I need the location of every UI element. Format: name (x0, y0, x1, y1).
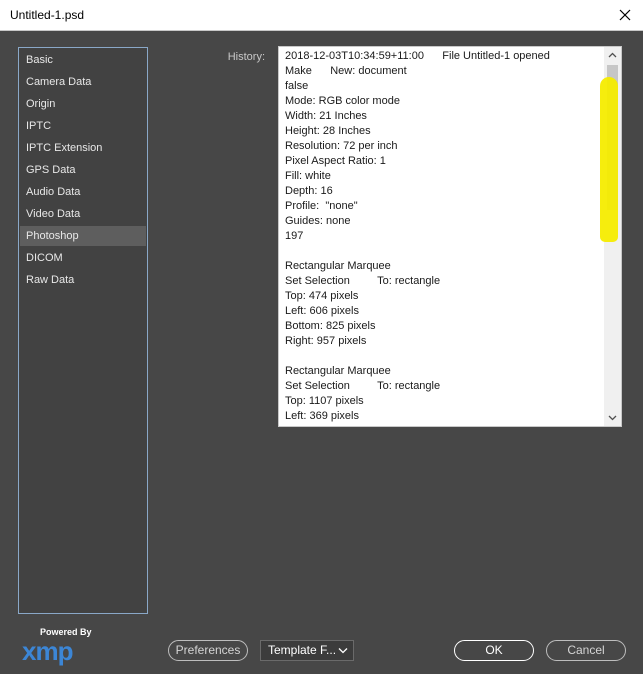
window-titlebar: Untitled-1.psd (0, 0, 643, 31)
sidebar-item-photoshop[interactable]: Photoshop (20, 226, 146, 246)
highlighter-mark (600, 77, 618, 242)
ok-button[interactable]: OK (454, 640, 534, 661)
sidebar-item-video-data[interactable]: Video Data (20, 204, 146, 224)
scroll-up-icon[interactable] (604, 47, 621, 64)
close-icon[interactable] (615, 5, 635, 25)
scroll-down-icon[interactable] (604, 409, 621, 426)
history-label: History: (227, 51, 265, 63)
sidebar-item-iptc[interactable]: IPTC (20, 116, 146, 136)
xmp-logo-text: xmp (22, 636, 73, 666)
sidebar-item-camera-data[interactable]: Camera Data (20, 72, 146, 92)
category-list: Basic Camera Data Origin IPTC IPTC Exten… (18, 47, 148, 614)
history-textarea[interactable]: 2018-12-03T10:34:59+11:00 File Untitled-… (278, 46, 622, 427)
sidebar-item-gps-data[interactable]: GPS Data (20, 160, 146, 180)
sidebar-item-iptc-extension[interactable]: IPTC Extension (20, 138, 146, 158)
xmp-logo: Powered By xmp (20, 627, 92, 666)
sidebar-item-basic[interactable]: Basic (20, 50, 146, 70)
history-text: 2018-12-03T10:34:59+11:00 File Untitled-… (285, 50, 550, 422)
sidebar-item-origin[interactable]: Origin (20, 94, 146, 114)
sidebar-item-raw-data[interactable]: Raw Data (20, 270, 146, 290)
sidebar-item-dicom[interactable]: DICOM (20, 248, 146, 268)
template-dropdown-label: Template F... (268, 643, 337, 657)
preferences-button[interactable]: Preferences (168, 640, 248, 661)
chevron-down-icon (338, 648, 348, 654)
window-title: Untitled-1.psd (10, 8, 85, 22)
dialog-body: Basic Camera Data Origin IPTC IPTC Exten… (1, 31, 642, 673)
cancel-button[interactable]: Cancel (546, 640, 626, 661)
template-folder-dropdown[interactable]: Template F... (260, 640, 354, 661)
sidebar-item-audio-data[interactable]: Audio Data (20, 182, 146, 202)
